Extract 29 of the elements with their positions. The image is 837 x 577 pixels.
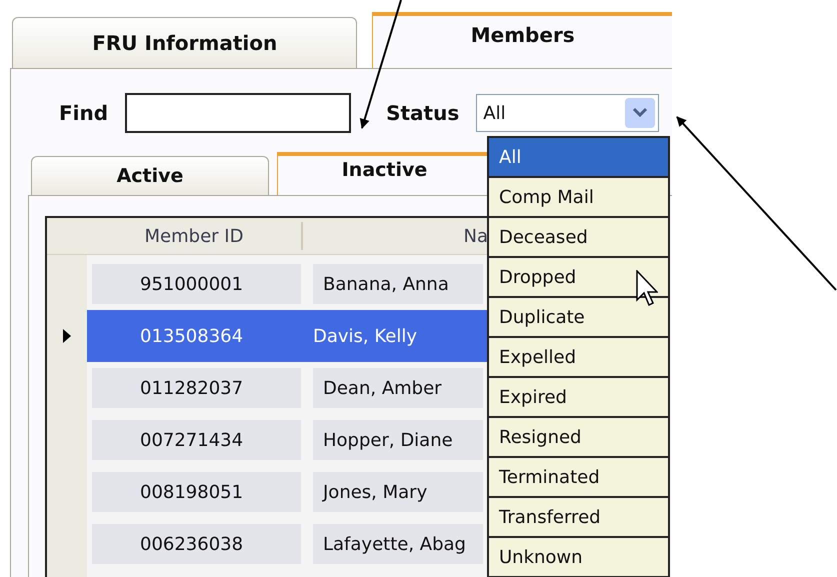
- status-label: Status: [386, 100, 460, 127]
- table-cell: 007271434: [92, 420, 301, 460]
- table-cell: 011282037: [92, 368, 301, 408]
- column-header[interactable]: Member ID: [87, 222, 303, 250]
- table-row[interactable]: 006236038 Lafayette, Abag: [87, 518, 488, 570]
- tab[interactable]: FRU Information: [12, 17, 358, 68]
- tab[interactable]: Active: [31, 156, 269, 195]
- tab[interactable]: Members: [372, 12, 672, 68]
- table-row[interactable]: 008198051 Jones, Mary: [87, 466, 488, 518]
- table-cell: Hopper, Diane: [313, 420, 483, 460]
- dropdown-option[interactable]: All: [489, 138, 668, 178]
- status-dropdown[interactable]: All: [476, 94, 660, 132]
- column-header[interactable]: Na: [303, 218, 488, 254]
- table-cell: Banana, Anna: [313, 264, 483, 304]
- table-row[interactable]: 013508364 Davis, Kelly: [87, 310, 488, 362]
- table-cell: Dean, Amber: [313, 368, 483, 408]
- table-cell-text: Davis, Kelly: [312, 324, 418, 348]
- find-field[interactable]: [125, 93, 352, 133]
- find-label: Find: [59, 100, 108, 127]
- table-cell-text: 013508364: [139, 324, 244, 348]
- chevron-down-icon[interactable]: [625, 98, 656, 128]
- table-cell: 951000001: [92, 264, 301, 304]
- table-row[interactable]: 007271434 Hopper, Diane: [87, 414, 488, 466]
- table-row[interactable]: 951000001 Banana, Anna: [87, 258, 488, 310]
- table-cell: 006236038: [92, 524, 301, 564]
- table-cell: Lafayette, Abag: [313, 524, 483, 564]
- table-cell: Jones, Mary: [313, 472, 483, 512]
- table-row[interactable]: 011282037 Dean, Amber: [87, 362, 488, 414]
- table-cell: 008198051: [92, 472, 301, 512]
